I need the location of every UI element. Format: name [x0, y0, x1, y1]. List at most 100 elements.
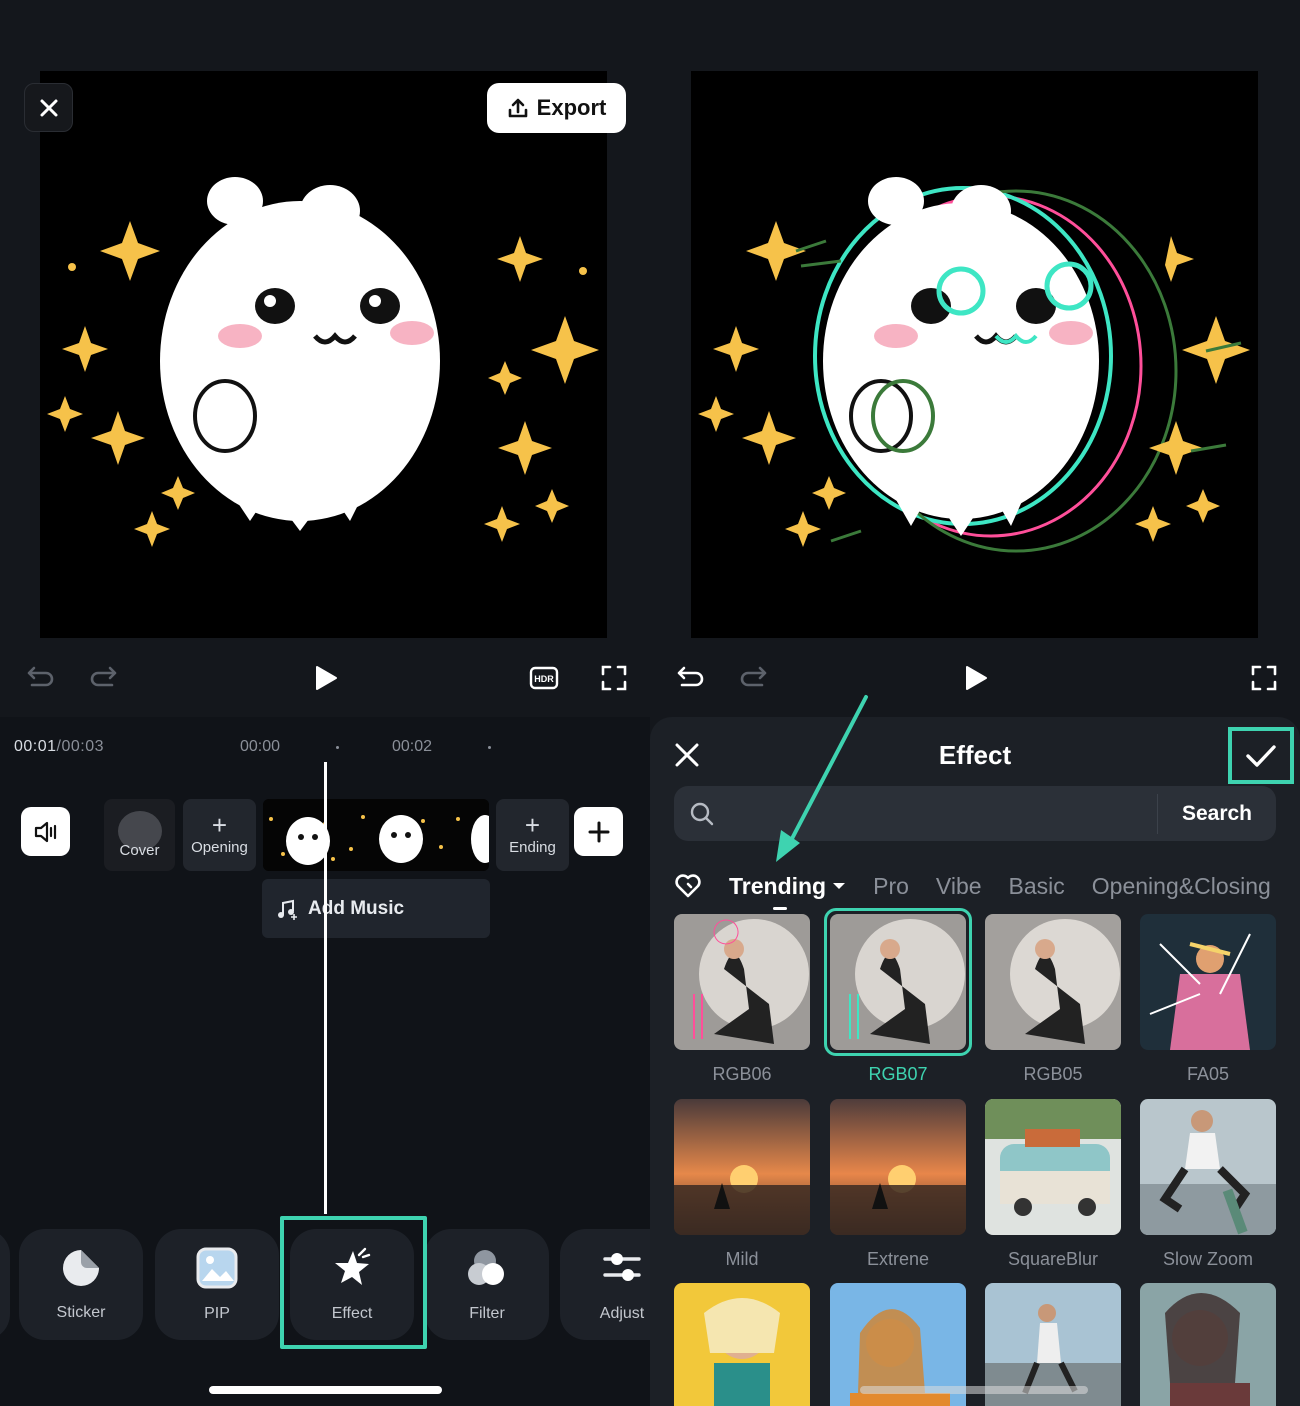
effect-thumbnail [674, 914, 810, 1050]
effect-label: Mild [725, 1249, 759, 1269]
search-input[interactable] [674, 786, 1157, 841]
checkmark-icon [1246, 744, 1276, 767]
redo-icon [740, 666, 767, 687]
ending-label: Ending [509, 839, 556, 856]
effect-thumbnail [674, 1283, 810, 1406]
add-clip-button[interactable] [574, 807, 623, 856]
effect-item-squareblur[interactable]: SquareBlur [985, 1099, 1121, 1270]
play-button[interactable] [308, 660, 344, 696]
undo-button[interactable] [24, 660, 58, 694]
fullscreen-icon [601, 665, 627, 691]
hdr-button[interactable]: HDR [526, 660, 562, 696]
tab-basic[interactable]: Basic [1009, 873, 1065, 900]
effect-item-rgb06[interactable]: RGB06 [674, 914, 810, 1085]
effect-label: RGB07 [868, 1064, 928, 1084]
effect-thumbnail [674, 1099, 810, 1235]
tab-vibe[interactable]: Vibe [936, 873, 982, 900]
add-ending-tile[interactable]: + Ending [496, 799, 569, 871]
toolbar-item-adjust[interactable]: Adjust [560, 1229, 650, 1340]
toolbar-item-sticker[interactable]: Sticker [19, 1229, 143, 1340]
svg-text:HDR: HDR [534, 674, 554, 684]
selected-frame [824, 908, 972, 1056]
play-button[interactable] [958, 660, 994, 696]
undo-button[interactable] [674, 660, 708, 694]
pip-icon [196, 1247, 238, 1288]
effect-label: RGB05 [1023, 1064, 1083, 1084]
upload-icon [508, 98, 527, 118]
preview-image [40, 71, 607, 638]
fullscreen-button[interactable] [596, 660, 632, 696]
tab-trending[interactable]: Trending [729, 872, 846, 910]
effect-item-slow-zoom[interactable]: Slow Zoom [1140, 1099, 1276, 1270]
effect-preview [691, 71, 1258, 638]
add-music-track[interactable]: Add Music [262, 879, 490, 938]
sticker-icon [63, 1249, 99, 1286]
active-tab-indicator [773, 906, 787, 910]
effect-item[interactable] [674, 1283, 810, 1406]
export-button[interactable]: Export [487, 83, 626, 133]
tab-label: Trending [729, 872, 827, 899]
effect-item-rgb07[interactable]: RGB07 [824, 908, 972, 1085]
clip-thumbnails [263, 799, 489, 871]
time-readout: 00:01/00:03 [14, 738, 104, 756]
add-music-label: Add Music [308, 897, 405, 919]
filter-icon [468, 1249, 504, 1285]
close-icon [40, 99, 57, 116]
playhead[interactable] [324, 762, 327, 1214]
video-clip[interactable] [263, 799, 489, 871]
redo-button[interactable] [736, 660, 770, 694]
current-time: 00:01 [14, 738, 57, 755]
effect-thumbnail [985, 1099, 1121, 1235]
toolbar-label: PIP [204, 1304, 230, 1322]
effect-item[interactable] [1140, 1283, 1276, 1406]
search-bar: Search [674, 786, 1276, 841]
plus-icon: + [211, 810, 228, 840]
effect-highlight-box [280, 1216, 427, 1349]
effect-item-rgb05[interactable]: RGB05 [985, 914, 1121, 1085]
add-opening-tile[interactable]: + Opening [183, 799, 256, 871]
fullscreen-icon [1251, 665, 1277, 691]
timeline-dot [488, 746, 491, 749]
timeline-dot [336, 746, 339, 749]
toolbar-label: Filter [469, 1304, 505, 1322]
mute-audio-button[interactable] [21, 807, 70, 856]
music-note-icon [278, 899, 297, 920]
confirm-button[interactable] [1228, 727, 1294, 784]
effect-item-mild[interactable]: Mild [674, 1099, 810, 1270]
effect-label: FA05 [1186, 1064, 1230, 1084]
tab-pro[interactable]: Pro [873, 873, 909, 900]
toolbar-item-pip[interactable]: PIP [155, 1229, 279, 1340]
close-button[interactable] [24, 83, 73, 132]
export-label: Export [536, 95, 607, 120]
effect-title: Effect [938, 740, 1012, 770]
redo-button[interactable] [86, 660, 120, 694]
search-icon [690, 802, 714, 826]
toolbar-label: Sticker [56, 1303, 106, 1321]
effect-thumbnail [830, 914, 966, 1050]
plus-icon [588, 821, 609, 842]
cover-tile[interactable]: Cover [104, 799, 175, 871]
play-icon [966, 666, 987, 690]
favorites-heart-icon[interactable] [674, 873, 702, 899]
redo-icon [90, 666, 117, 687]
effect-item-extrene[interactable]: Extrene [830, 1099, 966, 1270]
fullscreen-button[interactable] [1246, 660, 1282, 696]
effect-thumbnail [985, 914, 1121, 1050]
cover-label: Cover [119, 842, 160, 859]
search-button[interactable]: Search [1158, 802, 1276, 826]
tab-opening-closing[interactable]: Opening&Closing [1092, 873, 1271, 900]
effect-label: SquareBlur [1007, 1249, 1099, 1269]
effect-label: RGB06 [712, 1064, 772, 1084]
effect-label: Extrene [866, 1249, 930, 1269]
toolbar-item-filter[interactable]: Filter [425, 1229, 549, 1340]
effect-thumbnail [830, 1099, 966, 1235]
undo-icon [27, 666, 54, 687]
hdr-icon: HDR [529, 666, 559, 690]
editor-right-panel: Effect Search Trending Pro Vibe Basic Op… [650, 0, 1300, 1406]
effect-thumbnail [1140, 914, 1276, 1050]
total-time: /00:03 [56, 738, 105, 755]
effect-item-fa05[interactable]: FA05 [1140, 914, 1276, 1085]
undo-icon [677, 666, 704, 687]
adjust-icon [603, 1252, 641, 1281]
effect-thumbnail [1140, 1099, 1276, 1235]
